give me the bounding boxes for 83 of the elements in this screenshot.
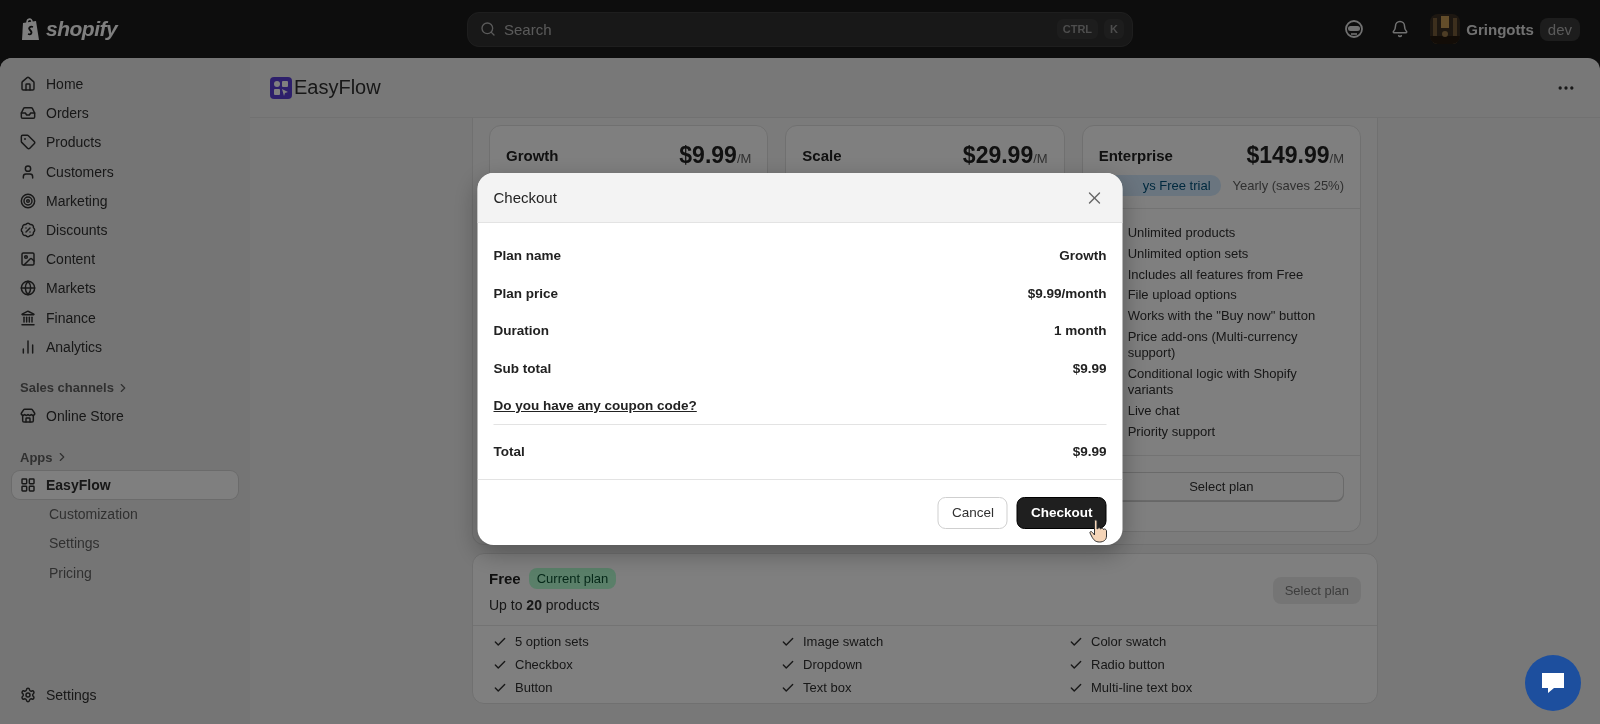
plan-feature: Works with the "Buy now" button [1127,308,1317,325]
plan-feature: Unlimited option sets [1127,245,1250,263]
tag-icon [20,134,36,151]
sidebar-item[interactable]: Marketing [12,186,238,215]
plan-feature: Price add-ons (Multi-currency support) [1127,329,1299,362]
sidebar-subitem[interactable]: Pricing [12,558,238,587]
coupon-link[interactable]: Do you have any coupon code? [493,398,697,413]
target-icon [20,192,36,209]
plan-feature: File upload options [1127,287,1238,304]
row-value: $9.99 [1072,360,1107,376]
sidebar-item[interactable]: Finance [12,303,238,332]
plan-feature: Conditional logic with Shopify variants [1127,366,1298,399]
globe-icon [20,280,36,297]
plan-feature: Image swatch [803,634,884,649]
row-value: 1 month [1054,323,1107,339]
plan-name: Free [489,570,521,587]
sidebar-item[interactable]: Home [12,70,238,98]
grid-icon [20,477,36,494]
current-plan-badge: Current plan [528,568,617,589]
plan-feature: Button [515,680,553,695]
hand-cursor-icon [1088,518,1109,543]
plan-feature: Dropdown [803,657,863,672]
app-logo-icon [270,76,292,99]
shopify-logo-text: shopify [46,17,118,41]
user-name[interactable]: Gringotts [1466,20,1534,38]
plan-limit: Up to 20 products [489,597,601,613]
plan-price: $9.99/M [679,142,752,169]
billing-note: Yearly (saves 25%) [1232,178,1344,193]
store-icon [20,407,36,424]
plan-name: Enterprise [1098,147,1173,164]
plan-feature: Checkbox [515,657,573,672]
chat-bubble-icon [1540,671,1566,695]
sidebar-item[interactable]: Markets [12,274,238,303]
dialog-title: Checkout [493,189,557,206]
sidebar-item[interactable]: Discounts [12,215,238,244]
plan-feature: Color swatch [1091,634,1167,649]
inbox-icon [20,105,36,122]
sidebar-item[interactable]: Online Store [12,401,238,430]
cancel-button[interactable]: Cancel [937,496,1008,529]
plan-feature: 5 option sets [515,634,589,649]
row-label: Plan price [493,285,559,301]
row-label: Sub total [493,360,552,376]
sidebar-item[interactable]: Products [12,128,238,157]
person-icon [20,163,36,180]
sidebar-item[interactable]: Content [12,245,238,274]
percent-badge-icon [20,221,36,238]
settings-icon [20,686,36,703]
row-value: $9.99/month [1027,285,1107,301]
sidebar-item[interactable]: Customers [12,157,238,186]
house-icon [20,76,36,92]
sidebar-item[interactable]: Orders [12,99,238,128]
total-label: Total [493,444,525,460]
section-heading[interactable]: Apps [12,443,238,472]
row-label: Duration [493,323,549,339]
bar-chart-icon [20,338,36,355]
plan-name: Scale [802,147,842,164]
plan-feature: Includes all features from Free [1127,266,1305,283]
sidebar-item[interactable]: Settings [12,680,238,709]
plan-feature: Radio button [1091,657,1165,672]
store-badge: dev [1539,17,1580,41]
image-icon [20,251,36,268]
plan-feature: Text box [803,680,852,695]
plan-feature: Multi-line text box [1091,680,1193,695]
sidebar-item[interactable]: Analytics [12,332,238,361]
plan-feature: Unlimited products [1127,225,1237,242]
search-icon [480,21,496,37]
row-value: Growth [1059,248,1107,264]
section-heading[interactable]: Sales channels [12,373,238,402]
app-title: EasyFlow [294,76,381,99]
shopping-bag-icon [20,16,42,42]
plan-feature: Live chat [1127,403,1181,420]
plan-price: $29.99/M [962,142,1048,169]
plan-price: $149.99/M [1246,142,1344,169]
bank-icon [20,309,36,326]
row-label: Plan name [493,248,562,264]
search-input[interactable]: Search [502,19,1051,39]
total-value: $9.99 [1072,444,1107,460]
sidebar-subitem[interactable]: Customization [12,500,238,529]
plan-name: Growth [506,147,559,164]
sidebar-item[interactable]: EasyFlow [12,471,238,500]
plan-feature: Priority support [1127,423,1217,441]
checkout-button[interactable]: Checkout [1017,496,1107,529]
sidebar-subitem[interactable]: Settings [12,529,238,558]
